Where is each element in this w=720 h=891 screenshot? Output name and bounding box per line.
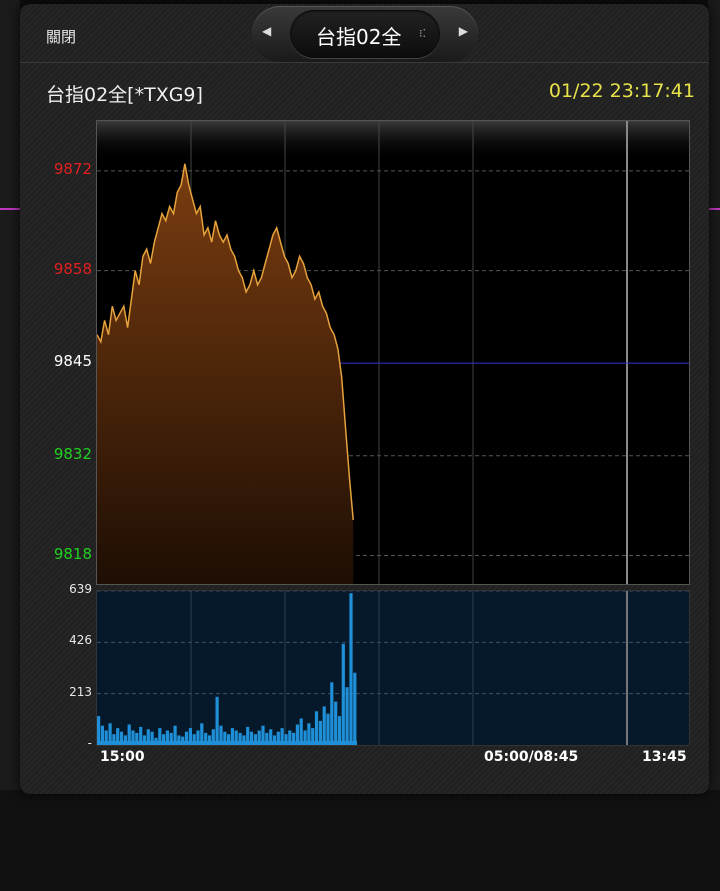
volume-bar [345, 687, 349, 745]
volume-bar [353, 672, 357, 745]
symbol-selector[interactable]: 台指02全 ⁝⁚ [290, 10, 440, 58]
volume-bar [341, 643, 345, 745]
volume-tick-label: 426 [69, 633, 92, 648]
volume-bar [337, 716, 342, 745]
close-button[interactable]: 關閉 [46, 26, 76, 47]
symbol-label: 台指02全[*TXG9] [46, 84, 203, 106]
price-tick-label: 9872 [53, 159, 92, 178]
price-chart-svg [97, 121, 689, 584]
volume-bar [314, 711, 319, 745]
volume-bar [326, 713, 330, 745]
price-tick-label: 9818 [53, 544, 92, 563]
volume-bar [215, 696, 219, 745]
volume-tick-label: 639 [69, 582, 92, 596]
x-label-session: 05:00/08:45 [484, 749, 579, 765]
background-indicator-line [0, 208, 20, 210]
volume-bar [322, 706, 326, 745]
volume-tick-label: - [87, 736, 92, 750]
quote-chart-dialog: 關閉 ◀ 台指02全 ⁝⁚ ▶ 台指02全[*TXG9] 01/22 23:17… [20, 4, 709, 794]
volume-chart-svg [97, 591, 689, 745]
background-bottom-area [0, 790, 720, 891]
price-area [97, 163, 354, 584]
x-label-end: 13:45 [642, 749, 687, 765]
volume-bar [97, 716, 101, 745]
grip-icon: ⁝⁚ [419, 27, 426, 40]
symbol-navigator: ◀ 台指02全 ⁝⁚ ▶ [252, 6, 478, 62]
price-tick-label: 9832 [53, 444, 92, 463]
volume-tick-label: 213 [69, 684, 92, 699]
background-left-panel [0, 0, 20, 891]
price-tick-label: 9858 [53, 259, 92, 278]
chevron-left-icon[interactable]: ◀ [262, 24, 271, 38]
price-chart[interactable] [96, 120, 690, 585]
timestamp: 01/22 23:17:41 [548, 80, 695, 102]
volume-bar [334, 701, 338, 745]
volume-baseline [97, 741, 357, 745]
price-tick-label: 9845 [53, 352, 92, 371]
nav-title: 台指02全 [316, 25, 402, 49]
volume-bar [330, 682, 334, 745]
x-label-start: 15:00 [100, 749, 145, 765]
background-indicator-line [708, 208, 720, 210]
chevron-right-icon[interactable]: ▶ [459, 24, 468, 38]
volume-bar [349, 593, 353, 745]
header-divider [20, 62, 709, 63]
background-right-panel [708, 0, 720, 891]
volume-chart[interactable] [96, 590, 690, 746]
